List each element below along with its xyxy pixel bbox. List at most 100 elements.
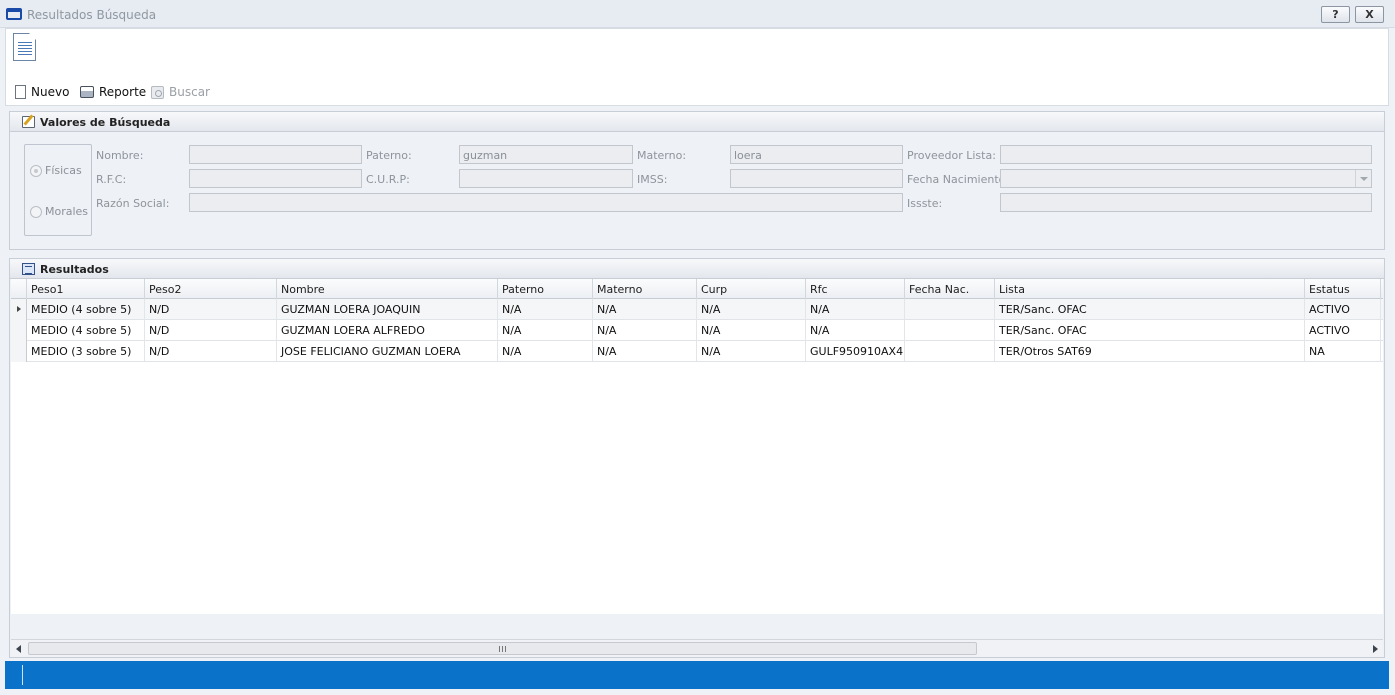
cell-lista: TER/Sanc. OFAC bbox=[995, 299, 1305, 320]
status-bar-separator bbox=[22, 665, 23, 685]
imss-field[interactable] bbox=[730, 169, 903, 188]
scrollbar-thumb[interactable] bbox=[28, 642, 977, 655]
grid-header: Peso1 Peso2 Nombre Paterno Materno Curp … bbox=[11, 279, 1383, 299]
cell-estatus: ACTIVO bbox=[1305, 320, 1381, 341]
issste-label: Issste: bbox=[907, 197, 943, 210]
chevron-down-icon[interactable] bbox=[1355, 170, 1371, 187]
paterno-field[interactable]: guzman bbox=[459, 145, 633, 164]
search-panel-header: Valores de Búsqueda bbox=[10, 112, 1384, 132]
row-indicator bbox=[11, 320, 27, 341]
scroll-right-icon[interactable] bbox=[1373, 645, 1378, 653]
cell-materno: N/A bbox=[593, 299, 697, 320]
app-icon bbox=[6, 8, 22, 20]
cell-estatus: NA bbox=[1305, 341, 1381, 362]
results-panel-title: Resultados bbox=[40, 263, 109, 276]
title-bar: Resultados Búsqueda ? X bbox=[0, 0, 1395, 28]
table-row[interactable]: MEDIO (4 sobre 5) N/D GUZMAN LOERA ALFRE… bbox=[11, 320, 1383, 341]
toolbar: Nuevo Reporte Buscar bbox=[5, 28, 1389, 106]
table-row[interactable]: MEDIO (3 sobre 5) N/D JOSE FELICIANO GUZ… bbox=[11, 341, 1383, 362]
cell-estatus: ACTIVO bbox=[1305, 299, 1381, 320]
cell-lista: TER/Otros SAT69 bbox=[995, 341, 1305, 362]
row-indicator bbox=[11, 341, 27, 362]
row-indicator-header bbox=[11, 279, 27, 299]
cell-curp: N/A bbox=[697, 320, 806, 341]
column-header-estatus[interactable]: Estatus bbox=[1305, 279, 1381, 299]
materno-label: Materno: bbox=[637, 149, 687, 162]
search-icon bbox=[151, 85, 164, 99]
cell-fecha-nac bbox=[905, 320, 995, 341]
curp-label: C.U.R.P: bbox=[366, 173, 410, 186]
radio-fisicas-label: Físicas bbox=[45, 164, 82, 177]
column-header-lista[interactable]: Lista bbox=[995, 279, 1305, 299]
razon-social-label: Razón Social: bbox=[96, 197, 170, 210]
search-button-label: Buscar bbox=[169, 85, 210, 99]
search-values-panel: Valores de Búsqueda Físicas Morales Nomb… bbox=[9, 111, 1385, 250]
search-panel-title: Valores de Búsqueda bbox=[40, 116, 171, 129]
cell-rfc: N/A bbox=[806, 320, 905, 341]
new-button[interactable]: Nuevo bbox=[15, 83, 69, 101]
column-header-materno[interactable]: Materno bbox=[593, 279, 697, 299]
issste-field[interactable] bbox=[1000, 193, 1372, 212]
printer-icon bbox=[80, 86, 94, 98]
search-button[interactable]: Buscar bbox=[151, 83, 210, 101]
results-panel: Resultados Peso1 Peso2 Nombre Paterno Ma… bbox=[9, 258, 1385, 658]
paterno-label: Paterno: bbox=[366, 149, 412, 162]
column-header-nombre[interactable]: Nombre bbox=[277, 279, 498, 299]
column-header-paterno[interactable]: Paterno bbox=[498, 279, 593, 299]
rfc-label: R.F.C: bbox=[96, 173, 127, 186]
radio-fisicas[interactable]: Físicas bbox=[30, 164, 82, 177]
cell-peso1: MEDIO (3 sobre 5) bbox=[27, 341, 145, 362]
materno-field[interactable]: loera bbox=[730, 145, 903, 164]
proveedor-lista-label: Proveedor Lista: bbox=[907, 149, 996, 162]
rfc-field[interactable] bbox=[189, 169, 362, 188]
cell-materno: N/A bbox=[593, 341, 697, 362]
document-icon[interactable] bbox=[13, 33, 36, 61]
current-row-indicator-icon bbox=[11, 299, 27, 320]
report-button[interactable]: Reporte bbox=[80, 83, 146, 101]
column-header-peso2[interactable]: Peso2 bbox=[145, 279, 277, 299]
fecha-nacimiento-label: Fecha Nacimiento: bbox=[907, 173, 1010, 186]
cell-materno: N/A bbox=[593, 320, 697, 341]
imss-label: IMSS: bbox=[637, 173, 668, 186]
fecha-nacimiento-dropdown[interactable] bbox=[1000, 169, 1372, 188]
radio-morales-circle bbox=[30, 205, 42, 218]
new-document-icon bbox=[15, 85, 26, 99]
cell-peso2: N/D bbox=[145, 320, 277, 341]
cell-rfc: GULF950910AX4 bbox=[806, 341, 905, 362]
radio-morales[interactable]: Morales bbox=[30, 205, 88, 218]
radio-morales-label: Morales bbox=[45, 205, 89, 218]
cell-fecha-nac bbox=[905, 341, 995, 362]
results-icon bbox=[22, 263, 35, 275]
help-button[interactable]: ? bbox=[1321, 6, 1350, 23]
cell-curp: N/A bbox=[697, 341, 806, 362]
close-button[interactable]: X bbox=[1355, 6, 1384, 23]
results-panel-header: Resultados bbox=[10, 259, 1384, 279]
column-header-rfc[interactable]: Rfc bbox=[806, 279, 905, 299]
new-button-label: Nuevo bbox=[31, 85, 70, 99]
edit-icon bbox=[22, 116, 35, 128]
razon-social-field[interactable] bbox=[189, 193, 903, 212]
results-grid: Peso1 Peso2 Nombre Paterno Materno Curp … bbox=[11, 279, 1383, 614]
horizontal-scrollbar[interactable] bbox=[11, 639, 1383, 657]
cell-lista: TER/Sanc. OFAC bbox=[995, 320, 1305, 341]
cell-fecha-nac bbox=[905, 299, 995, 320]
proveedor-lista-field[interactable] bbox=[1000, 145, 1372, 164]
scroll-left-icon[interactable] bbox=[16, 645, 21, 653]
cell-peso1: MEDIO (4 sobre 5) bbox=[27, 320, 145, 341]
cell-nombre: GUZMAN LOERA JOAQUIN bbox=[277, 299, 498, 320]
cell-peso2: N/D bbox=[145, 299, 277, 320]
table-row[interactable]: MEDIO (4 sobre 5) N/D GUZMAN LOERA JOAQU… bbox=[11, 299, 1383, 320]
cell-curp: N/A bbox=[697, 299, 806, 320]
cell-paterno: N/A bbox=[498, 341, 593, 362]
curp-field[interactable] bbox=[459, 169, 633, 188]
cell-rfc: N/A bbox=[806, 299, 905, 320]
status-bar bbox=[5, 661, 1389, 689]
column-header-fecha-nac[interactable]: Fecha Nac. bbox=[905, 279, 995, 299]
cell-nombre: GUZMAN LOERA ALFREDO bbox=[277, 320, 498, 341]
column-header-peso1[interactable]: Peso1 bbox=[27, 279, 145, 299]
report-button-label: Reporte bbox=[99, 85, 147, 99]
column-header-curp[interactable]: Curp bbox=[697, 279, 806, 299]
grip-icon bbox=[499, 646, 506, 652]
nombre-field[interactable] bbox=[189, 145, 362, 164]
cell-paterno: N/A bbox=[498, 320, 593, 341]
